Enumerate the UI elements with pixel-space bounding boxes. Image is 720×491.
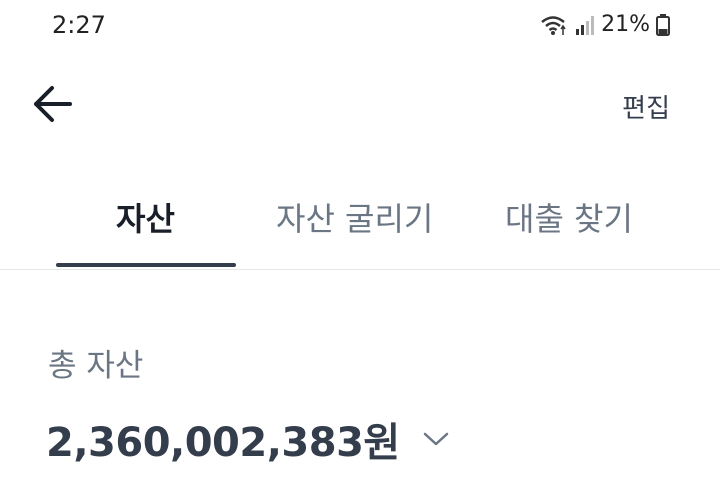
status-bar: 2:27 21%: [0, 0, 720, 52]
tab-asset-grow[interactable]: 자산 굴리기: [276, 194, 433, 240]
tab-asset[interactable]: 자산: [116, 194, 175, 240]
battery-percent: 21%: [601, 12, 650, 37]
tab-loan-find[interactable]: 대출 찾기: [505, 194, 633, 240]
back-button[interactable]: [30, 84, 82, 128]
chevron-down-icon[interactable]: [422, 430, 450, 452]
status-time: 2:27: [52, 11, 106, 39]
battery-icon: [656, 13, 670, 36]
edit-button[interactable]: 편집: [622, 88, 670, 125]
status-icons: 21%: [539, 12, 670, 37]
signal-icon: [575, 14, 595, 36]
app-bar: 편집: [0, 72, 720, 138]
wifi-icon: [539, 13, 569, 37]
arrow-left-icon: [30, 86, 74, 128]
total-asset-value: 2,360,002,383원: [46, 420, 400, 466]
tab-indicator: [56, 263, 236, 267]
tab-bar: 자산 자산 굴리기 대출 찾기: [0, 182, 720, 270]
total-asset-label: 총 자산: [48, 348, 144, 384]
total-asset-toggle[interactable]: 2,360,002,383원: [46, 410, 450, 468]
